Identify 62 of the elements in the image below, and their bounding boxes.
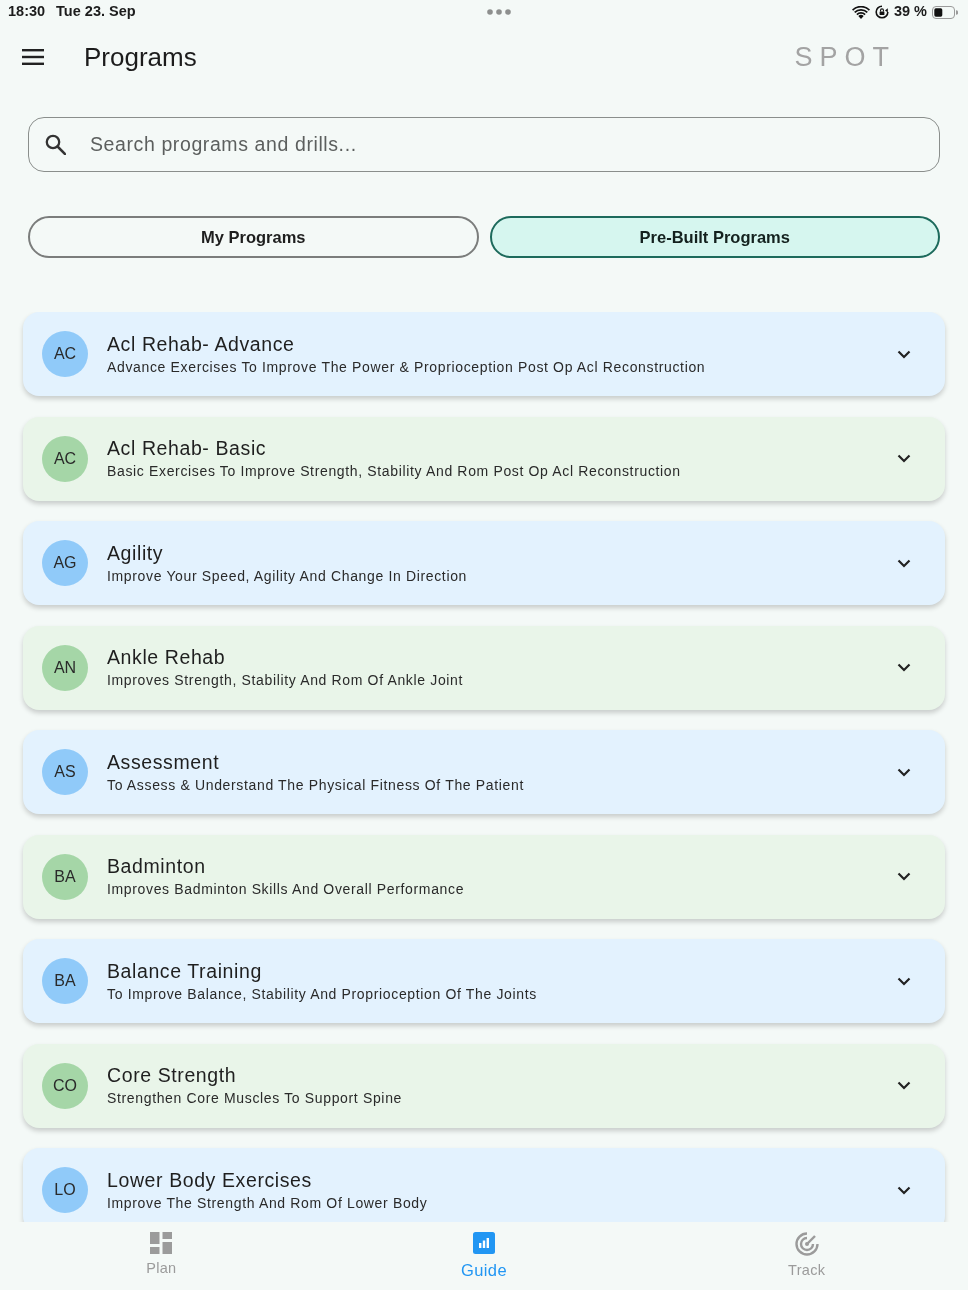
program-title: Acl Rehab- Basic xyxy=(107,436,268,460)
avatar: BA xyxy=(42,853,88,900)
program-card[interactable]: AN Ankle Rehab Improves Strength, Stability And Rom Of Ankle Joint xyxy=(23,625,945,710)
program-description: Advance Exercises To Improve The Power & Proprioception Post Op Acl Reconstruction xyxy=(107,357,707,377)
program-description: Improves Strength, Stability And Rom Of Ankle Joint xyxy=(107,671,465,690)
avatar: CO xyxy=(42,1062,88,1109)
program-card[interactable]: BA Balance Training To Improve Balance, Stability And Proprioception Of The Joints xyxy=(23,939,945,1023)
target-icon xyxy=(794,1232,819,1256)
program-description: Improves Badminton Skills And Overall Performance xyxy=(107,880,466,899)
program-title: Lower Body Exercises xyxy=(107,1167,313,1192)
battery-percentage: 39 % xyxy=(893,2,927,22)
wifi-icon xyxy=(851,5,870,19)
chevron-icon[interactable] xyxy=(897,558,911,568)
search-icon xyxy=(45,134,66,155)
dashboard-icon xyxy=(150,1232,173,1254)
program-title: Core Strength xyxy=(107,1063,238,1087)
program-card[interactable]: CO Core Strength Strengthen Core Muscles To Support Spine xyxy=(23,1043,945,1128)
program-description: Improve Your Speed, Agility And Change In Direction xyxy=(107,566,469,586)
chevron-icon[interactable] xyxy=(897,872,911,881)
program-card[interactable]: AS Assessment To Assess & Understand The Physical Fitness Of The Patient xyxy=(23,730,945,814)
rotation-lock-icon xyxy=(874,5,889,19)
program-description: Improve The Strength And Rom Of Lower Body xyxy=(107,1193,429,1213)
search-field[interactable]: Search programs and drills... xyxy=(28,117,940,172)
program-card[interactable]: AC Acl Rehab- Advance Advance Exercises To Improve The Power & Proprioception Post Op Acl Reconstruction xyxy=(23,312,945,396)
program-title: Acl Rehab- Advance xyxy=(107,331,296,356)
program-card[interactable]: LO Lower Body Exercises Improve The Strength And Rom Of Lower Body xyxy=(23,1148,945,1222)
program-title: Balance Training xyxy=(107,958,263,983)
program-card[interactable]: AC Acl Rehab- Basic Basic Exercises To Improve Strength, Stability And Rom Post Op Acl Reconstruction xyxy=(23,416,945,501)
chevron-icon[interactable] xyxy=(897,976,911,986)
program-card[interactable]: BA Badminton Improves Badminton Skills And Overall Performance xyxy=(23,834,945,919)
program-title: Assessment xyxy=(107,749,221,774)
chevron-icon[interactable] xyxy=(897,663,911,672)
chevron-icon[interactable] xyxy=(897,1081,911,1090)
avatar: AS xyxy=(42,749,88,795)
tab[interactable]: Pre-Built Programs xyxy=(489,216,940,258)
chevron-icon[interactable] xyxy=(897,767,911,777)
bar-chart-icon xyxy=(473,1232,495,1254)
program-description: To Improve Balance, Stability And Proprioception Of The Joints xyxy=(107,984,538,1004)
program-description: Strengthen Core Muscles To Support Spine xyxy=(107,1089,403,1108)
program-title: Ankle Rehab xyxy=(107,645,227,669)
program-title: Agility xyxy=(107,540,165,565)
tab[interactable]: My Programs xyxy=(28,216,479,258)
spot-logo: SPOT xyxy=(794,40,896,74)
battery-icon xyxy=(932,5,958,19)
chevron-icon[interactable] xyxy=(897,1185,911,1195)
status-time: 18:30 xyxy=(8,2,46,22)
avatar: AN xyxy=(42,644,88,691)
avatar: AC xyxy=(42,331,88,377)
more-dots-icon[interactable] xyxy=(486,9,511,15)
avatar: AG xyxy=(42,540,88,586)
program-card[interactable]: AG Agility Improve Your Speed, Agility And Change In Direction xyxy=(23,521,945,605)
page-title: Programs xyxy=(84,40,197,74)
program-description: To Assess & Understand The Physical Fitness Of The Patient xyxy=(107,775,525,795)
status-date: Tue 23. Sep xyxy=(56,2,136,22)
program-description: Basic Exercises To Improve Strength, Stability And Rom Post Op Acl Reconstruction xyxy=(107,462,682,481)
avatar: AC xyxy=(42,435,88,482)
avatar: BA xyxy=(42,958,88,1004)
chevron-icon[interactable] xyxy=(897,349,911,359)
menu-icon[interactable] xyxy=(22,49,44,65)
chevron-icon[interactable] xyxy=(897,454,911,463)
avatar: LO xyxy=(42,1167,88,1213)
program-title: Badminton xyxy=(107,854,207,878)
